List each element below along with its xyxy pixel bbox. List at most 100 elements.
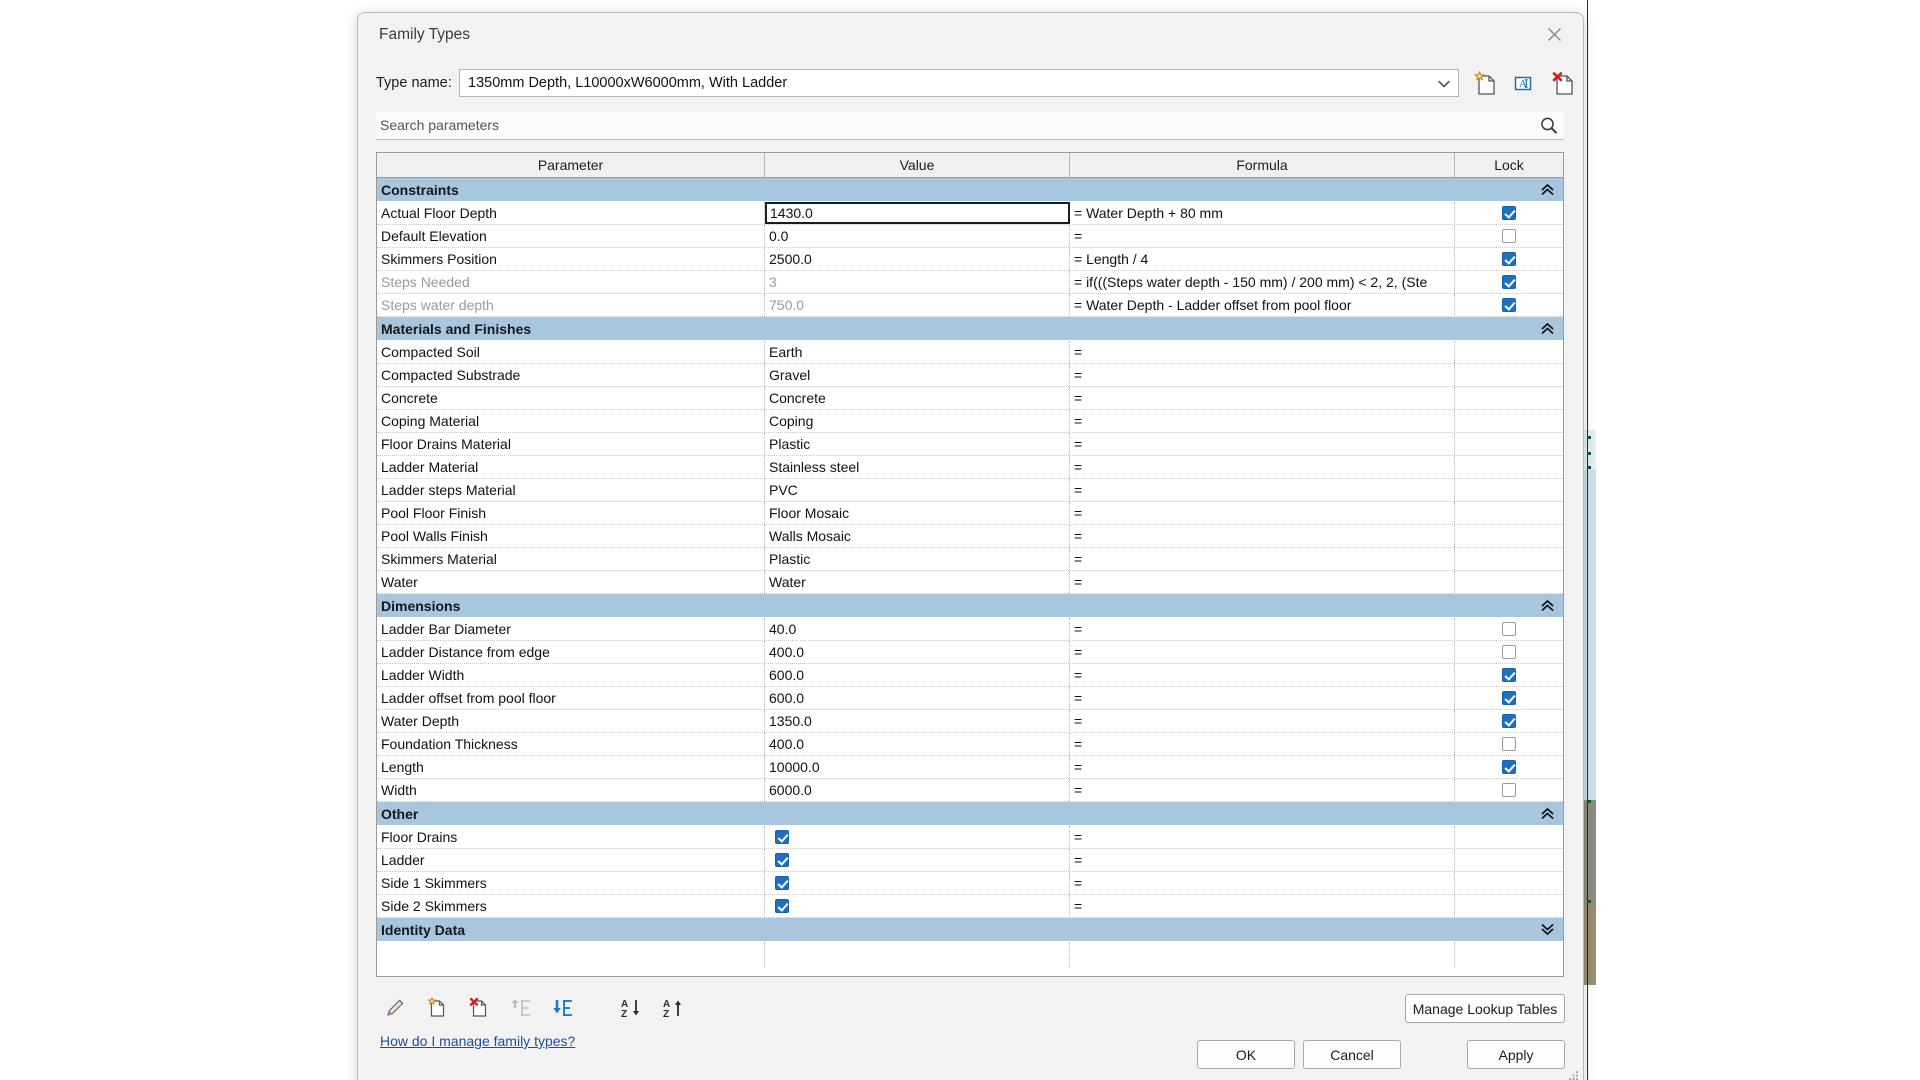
parameter-value-cell[interactable]: 600.0 (765, 687, 1070, 709)
parameter-value-cell[interactable]: Walls Mosaic (765, 525, 1070, 547)
checkbox-checked[interactable] (1502, 668, 1516, 682)
parameter-lock-cell[interactable] (1455, 479, 1563, 501)
parameter-lock-cell[interactable] (1455, 387, 1563, 409)
checkbox-checked[interactable] (1502, 275, 1516, 289)
parameter-lock-cell[interactable] (1455, 664, 1563, 686)
value-checkbox-wrap[interactable] (769, 826, 1069, 848)
parameter-lock-cell[interactable] (1455, 294, 1563, 316)
parameter-value-cell[interactable] (765, 895, 1070, 917)
parameter-formula-cell[interactable]: = (1070, 733, 1455, 755)
parameter-lock-cell[interactable] (1455, 618, 1563, 640)
parameter-lock-cell[interactable] (1455, 364, 1563, 386)
rename-type-button[interactable]: A (1508, 68, 1538, 98)
resize-grip[interactable] (1567, 1069, 1579, 1080)
help-link[interactable]: How do I manage family types? (380, 1033, 575, 1049)
group-header-row[interactable]: Constraints (377, 178, 1563, 202)
parameter-lock-cell[interactable] (1455, 456, 1563, 478)
parameter-formula-cell[interactable]: = (1070, 341, 1455, 363)
parameter-value-cell[interactable]: 10000.0 (765, 756, 1070, 778)
parameter-row[interactable]: Concrete Concrete = (377, 387, 1563, 410)
parameter-row[interactable]: Steps Needed 3 = if(((Steps water depth - … (377, 271, 1563, 294)
parameter-row[interactable]: Side 1 Skimmers = (377, 872, 1563, 895)
parameter-formula-cell[interactable]: = (1070, 895, 1455, 917)
parameter-row[interactable]: Water Depth 1350.0 = (377, 710, 1563, 733)
parameter-formula-cell[interactable]: = Water Depth + 80 mm (1070, 202, 1455, 224)
parameter-lock-cell[interactable] (1455, 271, 1563, 293)
manage-lookup-tables-button[interactable]: Manage Lookup Tables (1405, 994, 1565, 1023)
parameter-row[interactable]: Ladder Material Stainless steel = (377, 456, 1563, 479)
parameter-lock-cell[interactable] (1455, 410, 1563, 432)
parameter-formula-cell[interactable]: = (1070, 618, 1455, 640)
parameter-lock-cell[interactable] (1455, 849, 1563, 871)
apply-button[interactable]: Apply (1467, 1040, 1565, 1069)
parameter-value-cell[interactable] (765, 849, 1070, 871)
parameter-row[interactable]: Side 2 Skimmers = (377, 895, 1563, 918)
value-checkbox-wrap[interactable] (769, 872, 1069, 894)
checkbox-checked[interactable] (1502, 714, 1516, 728)
chevron-double-down-icon[interactable] (1541, 922, 1554, 936)
parameter-formula-cell[interactable]: = Length / 4 (1070, 248, 1455, 270)
parameter-formula-cell[interactable]: = (1070, 525, 1455, 547)
checkbox-unchecked[interactable] (1502, 783, 1516, 797)
parameter-formula-cell[interactable]: = (1070, 664, 1455, 686)
checkbox-unchecked[interactable] (1502, 622, 1516, 636)
parameter-value-cell[interactable]: 40.0 (765, 618, 1070, 640)
parameter-formula-cell[interactable]: = if(((Steps water depth - 150 mm) / 200… (1070, 271, 1455, 293)
dialog-titlebar[interactable]: Family Types (358, 13, 1583, 57)
group-header-row[interactable]: Other (377, 802, 1563, 826)
parameter-formula-cell[interactable]: = (1070, 779, 1455, 801)
parameter-row[interactable]: Floor Drains Material Plastic = (377, 433, 1563, 456)
checkbox-checked[interactable] (1502, 252, 1516, 266)
parameter-formula-cell[interactable]: = (1070, 364, 1455, 386)
parameter-value-cell[interactable]: PVC (765, 479, 1070, 501)
checkbox-unchecked[interactable] (1502, 229, 1516, 243)
parameter-formula-cell[interactable]: = (1070, 456, 1455, 478)
parameter-lock-cell[interactable] (1455, 895, 1563, 917)
chevron-double-up-icon[interactable] (1541, 321, 1554, 335)
parameter-formula-cell[interactable]: = (1070, 410, 1455, 432)
parameter-value-cell[interactable]: 0.0 (765, 225, 1070, 247)
group-header-row[interactable]: Dimensions (377, 594, 1563, 618)
parameter-lock-cell[interactable] (1455, 525, 1563, 547)
parameter-value-cell[interactable]: 400.0 (765, 733, 1070, 755)
parameter-value-cell[interactable]: Floor Mosaic (765, 502, 1070, 524)
parameter-lock-cell[interactable] (1455, 248, 1563, 270)
parameter-row[interactable]: Skimmers Position 2500.0 = Length / 4 (377, 248, 1563, 271)
parameter-formula-cell[interactable]: = (1070, 433, 1455, 455)
parameter-row[interactable]: Default Elevation 0.0 = (377, 225, 1563, 248)
parameter-value-cell[interactable]: Plastic (765, 548, 1070, 570)
parameter-row[interactable]: Floor Drains = (377, 826, 1563, 849)
parameter-formula-cell[interactable]: = (1070, 756, 1455, 778)
value-checkbox-wrap[interactable] (769, 849, 1069, 871)
parameter-row[interactable]: Ladder steps Material PVC = (377, 479, 1563, 502)
type-name-combobox[interactable]: 1350mm Depth, L10000xW6000mm, With Ladde… (459, 69, 1459, 97)
parameter-lock-cell[interactable] (1455, 571, 1563, 593)
checkbox-checked[interactable] (1502, 298, 1516, 312)
remove-parameter-button[interactable] (464, 993, 494, 1023)
chevron-down-icon[interactable] (1437, 78, 1451, 90)
parameter-row[interactable]: Water Water = (377, 571, 1563, 594)
parameter-lock-cell[interactable] (1455, 756, 1563, 778)
column-header-value[interactable]: Value (765, 153, 1070, 177)
parameter-formula-cell[interactable]: = (1070, 687, 1455, 709)
parameter-lock-cell[interactable] (1455, 225, 1563, 247)
parameter-value-cell[interactable]: 6000.0 (765, 779, 1070, 801)
parameter-lock-cell[interactable] (1455, 502, 1563, 524)
parameter-lock-cell[interactable] (1455, 202, 1563, 224)
parameter-value-cell[interactable]: 2500.0 (765, 248, 1070, 270)
chevron-double-up-icon[interactable] (1541, 598, 1554, 612)
column-header-parameter[interactable]: Parameter (377, 153, 765, 177)
parameter-lock-cell[interactable] (1455, 779, 1563, 801)
checkbox-checked[interactable] (1502, 760, 1516, 774)
parameter-formula-cell[interactable]: = (1070, 849, 1455, 871)
parameter-formula-cell[interactable]: = (1070, 641, 1455, 663)
search-parameters-field[interactable]: Search parameters (376, 112, 1564, 140)
group-header-row[interactable]: Identity Data (377, 918, 1563, 942)
ok-button[interactable]: OK (1197, 1040, 1295, 1069)
parameter-value-cell[interactable]: Gravel (765, 364, 1070, 386)
parameter-lock-cell[interactable] (1455, 733, 1563, 755)
delete-type-button[interactable] (1548, 68, 1578, 98)
parameter-row[interactable]: Length 10000.0 = (377, 756, 1563, 779)
parameter-formula-cell[interactable]: = (1070, 225, 1455, 247)
parameter-row[interactable]: Skimmers Material Plastic = (377, 548, 1563, 571)
